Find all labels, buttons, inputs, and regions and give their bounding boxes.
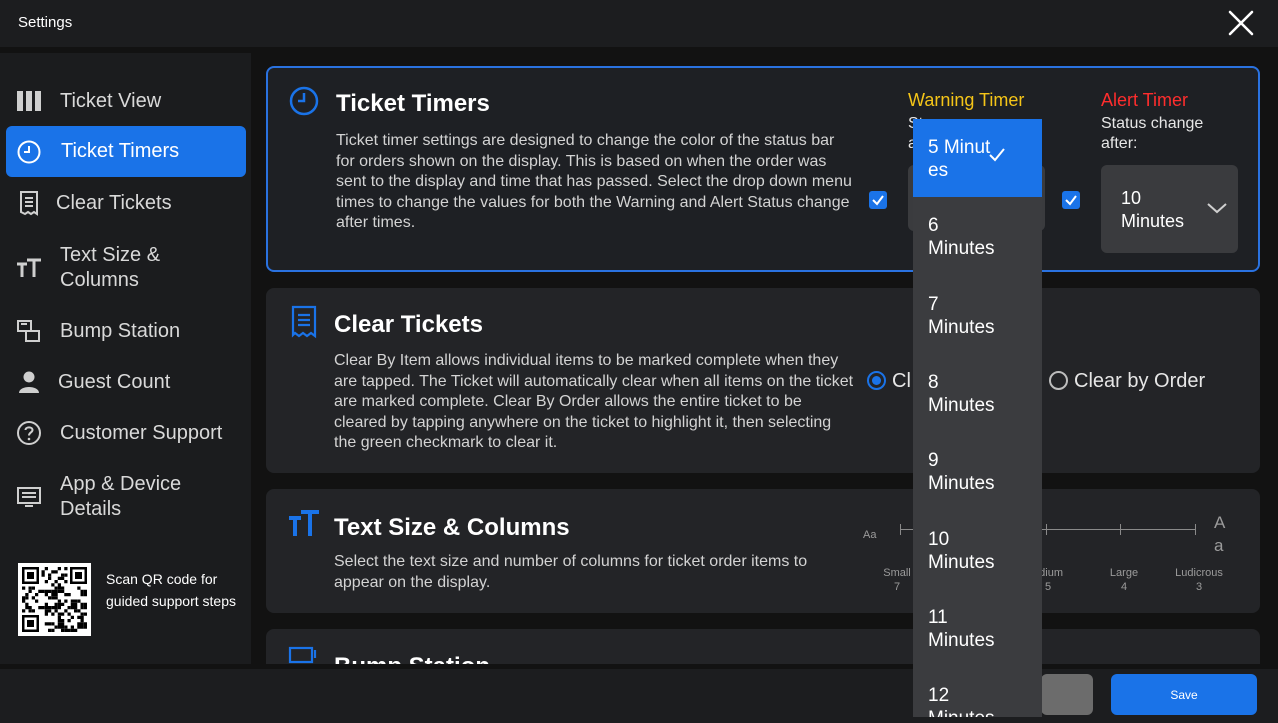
person-icon	[6, 370, 52, 394]
slider-tick	[1195, 524, 1196, 535]
sidebar-item-label: Guest Count	[58, 370, 171, 393]
section-description: Select the text size and number of colum…	[334, 553, 808, 591]
dropdown-option-label: 8 Minutes	[928, 371, 995, 416]
window-title: Settings	[18, 14, 73, 31]
slider-tick	[1046, 524, 1047, 535]
text-size-icon	[288, 509, 320, 542]
sidebar-item-label: Ticket Timers	[61, 140, 180, 162]
sidebar-item-app-device-details[interactable]: App & Device Details	[6, 470, 246, 524]
section-title: Ticket Timers	[336, 90, 490, 117]
dropdown-option[interactable]: 9 Minutes	[913, 432, 1042, 510]
close-icon[interactable]	[1226, 8, 1256, 38]
qr-instructions: Scan QR code for guided support steps	[106, 571, 236, 609]
sidebar-item-label: Clear Tickets	[56, 191, 172, 214]
clear-tickets-card: Clear Tickets Clear By Item allows indiv…	[266, 288, 1260, 473]
clear-by-item-label: Cl	[892, 370, 911, 392]
small-text-glyph: Aa	[863, 529, 877, 541]
alert-timer-label: Alert Timer	[1101, 90, 1189, 110]
slider-tick	[1120, 524, 1121, 535]
alert-timer-select[interactable]: 10 Minutes	[1101, 165, 1238, 253]
scale-label: Large 4	[1109, 567, 1139, 593]
scale-label: Ludicrous 3	[1175, 567, 1223, 593]
section-description: Ticket timer settings are designed to ch…	[336, 132, 852, 231]
sidebar-item-customer-support[interactable]: Customer Support	[6, 416, 246, 450]
dropdown-option[interactable]: 8 Minutes	[913, 354, 1042, 432]
dropdown-option-label: 12 Minutes	[928, 685, 995, 717]
sidebar-item-label: Bump Station	[60, 319, 181, 342]
bump-station-icon	[288, 646, 318, 664]
dropdown-option[interactable]: 11 Minutes	[913, 589, 1042, 667]
section-title: Text Size & Columns	[334, 514, 570, 541]
warning-timer-dropdown: 5 Minutes 6 Minutes 7 Minutes 8 Minutes 9 Mi…	[913, 119, 1042, 717]
cancel-button[interactable]	[1041, 674, 1093, 715]
dropdown-option-label: 11 Minutes	[928, 606, 995, 651]
sidebar-item-ticket-view[interactable]: Ticket View	[6, 84, 246, 118]
sidebar-item-label: Text Size & Columns	[60, 244, 161, 291]
dropdown-option[interactable]: 7 Minutes	[913, 276, 1042, 354]
dropdown-option[interactable]: 5 Minutes	[913, 119, 1042, 197]
settings-content: Ticket Timers Ticket timer settings are …	[251, 53, 1278, 664]
bump-station-icon	[6, 319, 52, 343]
alert-timer-value: 10 Minutes	[1121, 188, 1185, 231]
receipt-icon	[290, 305, 318, 344]
sidebar-item-bump-station[interactable]: Bump Station	[6, 314, 246, 348]
dropdown-option[interactable]: 10 Minutes	[913, 511, 1042, 589]
chevron-down-icon	[1206, 201, 1228, 219]
bump-station-card: Bump Station	[266, 629, 1260, 664]
dropdown-option[interactable]: 12 Minutes	[913, 667, 1042, 717]
clear-by-order-radio[interactable]	[1049, 371, 1068, 390]
checkmark-icon	[988, 147, 1006, 168]
qr-code	[18, 563, 91, 636]
large-text-glyph: A	[1214, 513, 1226, 532]
section-title: Clear Tickets	[334, 311, 483, 338]
slider-tick	[900, 524, 901, 535]
dropdown-option-label: 6 Minutes	[928, 215, 995, 260]
dropdown-option[interactable]: 6 Minutes	[913, 197, 1042, 275]
alert-timer-sub: Status change after:	[1101, 115, 1204, 152]
dropdown-option-label: 7 Minutes	[928, 293, 995, 338]
sidebar-item-label: Customer Support	[60, 421, 223, 444]
dropdown-option-label: 10 Minutes	[928, 528, 995, 573]
ticket-timers-card: Ticket Timers Ticket timer settings are …	[266, 66, 1260, 272]
large-text-glyph: a	[1214, 536, 1224, 555]
receipt-icon	[6, 190, 52, 216]
clock-icon	[6, 139, 52, 165]
clear-by-order-label: Clear by Order	[1074, 370, 1206, 392]
warning-timer-checkbox[interactable]	[869, 191, 887, 209]
columns-icon	[6, 90, 52, 112]
section-title: Bump Station	[334, 653, 490, 664]
help-icon	[6, 420, 52, 446]
sidebar-item-label: App & Device Details	[60, 473, 182, 520]
save-button[interactable]: Save	[1111, 674, 1257, 715]
device-icon	[6, 486, 52, 508]
sidebar-item-clear-tickets[interactable]: Clear Tickets	[6, 186, 246, 220]
sidebar-item-label: Ticket View	[60, 89, 162, 112]
alert-timer-checkbox[interactable]	[1062, 191, 1080, 209]
warning-timer-label: Warning Timer	[908, 90, 1025, 110]
title-bar: Settings	[0, 0, 1278, 47]
sidebar: Ticket View Ticket Timers Clear Tickets …	[0, 53, 251, 664]
clear-by-item-radio[interactable]	[867, 371, 886, 390]
section-description: Clear By Item allows individual items to…	[334, 352, 854, 451]
text-size-icon	[6, 257, 52, 279]
clock-icon	[288, 85, 320, 122]
dropdown-option-label: 9 Minutes	[928, 450, 995, 495]
text-size-card: Text Size & Columns Select the text size…	[266, 489, 1260, 613]
sidebar-item-ticket-timers[interactable]: Ticket Timers	[6, 126, 246, 177]
sidebar-item-guest-count[interactable]: Guest Count	[6, 365, 246, 399]
sidebar-item-text-size[interactable]: Text Size & Columns	[6, 241, 246, 295]
